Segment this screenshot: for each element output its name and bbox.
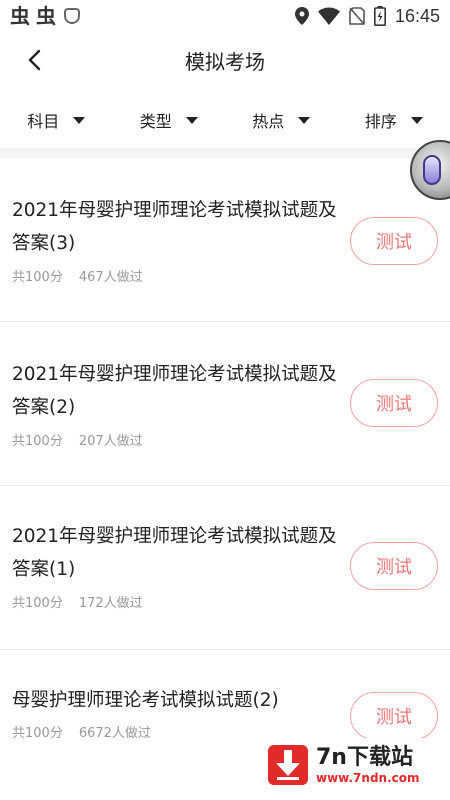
- page-title: 模拟考场: [185, 50, 265, 74]
- filter-label: 类型: [139, 112, 172, 131]
- filter-label: 科目: [27, 112, 60, 131]
- exam-meta: 共100分 207人做过: [12, 430, 143, 449]
- exam-meta: 共100分 467人做过: [12, 266, 143, 285]
- filter-hot-dropdown[interactable]: 热点: [225, 100, 338, 140]
- battery-charging-icon: [373, 6, 386, 26]
- download-arrow-icon: [268, 745, 308, 785]
- filter-label: 排序: [364, 112, 397, 131]
- filter-subject-dropdown[interactable]: 科目: [0, 100, 113, 140]
- section-divider: [0, 148, 450, 158]
- shield-icon: [64, 8, 80, 24]
- exam-attempt-count: 6672人做过: [78, 726, 151, 741]
- exam-card[interactable]: 2021年母婴护理师理论考试模拟试题及答案(3) 共100分 467人做过 测试: [0, 158, 450, 322]
- filter-type-dropdown[interactable]: 类型: [113, 100, 226, 140]
- location-icon: [294, 7, 309, 25]
- caret-down-icon: [73, 116, 86, 124]
- exam-card[interactable]: 2021年母婴护理师理论考试模拟试题及答案(1) 共100分 172人做过 测试: [0, 486, 450, 650]
- test-button[interactable]: 测试: [350, 692, 438, 740]
- exam-total-score: 共100分: [12, 270, 63, 285]
- exam-title: 2021年母婴护理师理论考试模拟试题及答案(1): [12, 526, 337, 580]
- test-button[interactable]: 测试: [350, 379, 438, 427]
- exam-total-score: 共100分: [12, 596, 63, 611]
- exam-meta: 共100分 172人做过: [12, 592, 143, 611]
- exam-title: 2021年母婴护理师理论考试模拟试题及答案(2): [12, 364, 337, 418]
- wifi-icon: [317, 7, 340, 25]
- clock: 16:45: [394, 5, 440, 26]
- app-header: 模拟考场: [0, 32, 450, 88]
- no-sim-icon: [349, 7, 365, 25]
- caret-down-icon: [410, 116, 423, 124]
- exam-total-score: 共100分: [12, 726, 63, 741]
- exam-attempt-count: 207人做过: [78, 434, 143, 449]
- test-button[interactable]: 测试: [350, 542, 438, 590]
- exam-total-score: 共100分: [12, 434, 63, 449]
- watermark-logo: 7n下载站 www.7ndn.com: [262, 738, 442, 792]
- notification-glyph: 虫: [36, 4, 56, 28]
- exam-attempt-count: 172人做过: [78, 596, 143, 611]
- test-button[interactable]: 测试: [350, 217, 438, 265]
- status-bar: 虫 虫 16:45: [0, 0, 450, 32]
- microphone-icon: [423, 155, 441, 185]
- watermark-url: www.7ndn.com: [316, 771, 420, 785]
- status-left: 虫 虫: [10, 6, 80, 26]
- exam-title: 2021年母婴护理师理论考试模拟试题及答案(3): [12, 200, 337, 254]
- watermark-name: 7n下载站: [316, 745, 413, 770]
- filter-bar: 科目 类型 热点 排序: [0, 100, 450, 140]
- filter-sort-dropdown[interactable]: 排序: [338, 100, 450, 140]
- exam-attempt-count: 467人做过: [78, 270, 143, 285]
- notification-glyph: 虫: [10, 4, 30, 28]
- watermark-text: 7n下载站 www.7ndn.com: [316, 745, 420, 785]
- caret-down-icon: [298, 116, 311, 124]
- exam-card[interactable]: 2021年母婴护理师理论考试模拟试题及答案(2) 共100分 207人做过 测试: [0, 322, 450, 486]
- exam-title: 母婴护理师理论考试模拟试题(2): [12, 690, 279, 711]
- caret-down-icon: [185, 116, 198, 124]
- exam-meta: 共100分 6672人做过: [12, 722, 151, 741]
- status-right: 16:45: [294, 5, 440, 27]
- filter-label: 热点: [252, 112, 285, 131]
